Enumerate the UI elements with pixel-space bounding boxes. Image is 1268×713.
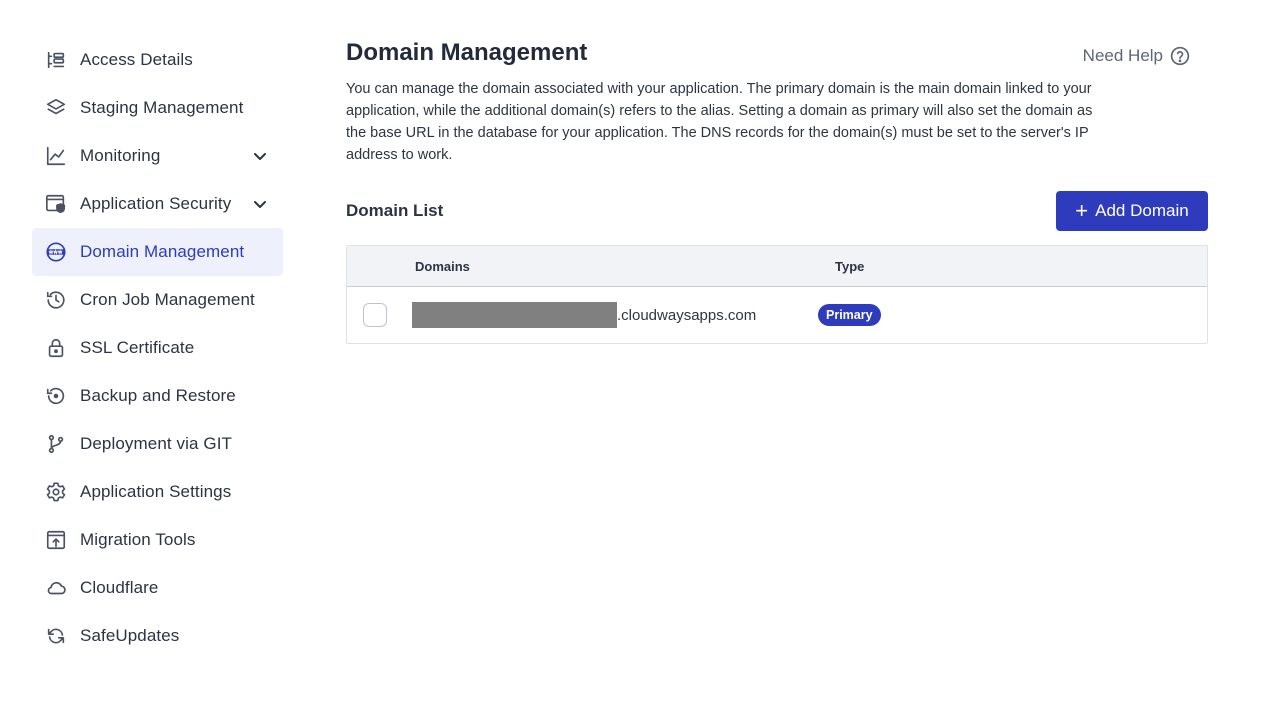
access-details-icon (44, 48, 68, 72)
sidebar-item-label: Staging Management (80, 98, 244, 117)
shield-browser-icon (44, 192, 68, 216)
column-header-domains: Domains (415, 259, 470, 274)
sidebar: Access Details Staging Management Monito… (32, 36, 283, 660)
table-header: Domains Type (347, 246, 1207, 287)
sidebar-item-label: Cron Job Management (80, 290, 255, 309)
sidebar-item-access-details[interactable]: Access Details (32, 36, 283, 84)
sidebar-item-cron-job-management[interactable]: Cron Job Management (32, 276, 283, 324)
need-help-label: Need Help (1082, 46, 1163, 65)
sidebar-item-migration-tools[interactable]: Migration Tools (32, 516, 283, 564)
sidebar-item-deployment-via-git[interactable]: Deployment via GIT (32, 420, 283, 468)
sidebar-item-ssl-certificate[interactable]: SSL Certificate (32, 324, 283, 372)
lock-icon (44, 336, 68, 360)
plus-icon: + (1075, 198, 1089, 223)
domain-list-title: Domain List (346, 201, 444, 220)
domain-table: Domains Type .cloudwaysapps.com Primary (346, 245, 1208, 344)
sidebar-item-label: Monitoring (80, 146, 161, 165)
table-row: .cloudwaysapps.com Primary (347, 287, 1207, 343)
sidebar-item-safeupdates[interactable]: SafeUpdates (32, 612, 283, 660)
sidebar-item-label: Application Security (80, 194, 232, 213)
sidebar-item-staging-management[interactable]: Staging Management (32, 84, 283, 132)
upload-box-icon (44, 528, 68, 552)
page-title: Domain Management (346, 39, 588, 66)
redacted-domain-prefix (412, 302, 617, 328)
page-description: You can manage the domain associated wit… (346, 81, 1093, 163)
sidebar-item-label: Migration Tools (80, 530, 196, 549)
sidebar-item-backup-and-restore[interactable]: Backup and Restore (32, 372, 283, 420)
column-header-type: Type (835, 259, 865, 274)
chevron-down-icon[interactable] (250, 146, 270, 166)
sidebar-item-label: Domain Management (80, 242, 245, 261)
sidebar-item-label: Access Details (80, 50, 193, 69)
refresh-icon (44, 624, 68, 648)
question-circle-icon (1170, 46, 1190, 66)
www-icon (44, 240, 68, 264)
add-domain-label: Add Domain (1095, 201, 1189, 220)
cloud-icon (44, 576, 68, 600)
need-help-link[interactable]: Need Help (1083, 46, 1190, 66)
primary-badge: Primary (818, 304, 881, 326)
git-branch-icon (44, 432, 68, 456)
layers-icon (44, 96, 68, 120)
sidebar-item-label: Application Settings (80, 482, 232, 501)
sidebar-item-label: Deployment via GIT (80, 434, 233, 453)
domain-list-header: Domain List + Add Domain (346, 191, 1208, 231)
chevron-down-icon[interactable] (250, 194, 270, 214)
chart-icon (44, 144, 68, 168)
sidebar-item-application-security[interactable]: Application Security (32, 180, 283, 228)
sidebar-item-label: SafeUpdates (80, 626, 180, 645)
row-checkbox[interactable] (363, 303, 387, 327)
sidebar-item-domain-management[interactable]: Domain Management (32, 228, 283, 276)
add-domain-button[interactable]: + Add Domain (1056, 191, 1208, 231)
domain-cell: .cloudwaysapps.com (412, 302, 756, 328)
main-content: Domain Management Need Help You can mana… (346, 38, 1208, 344)
sidebar-item-monitoring[interactable]: Monitoring (32, 132, 283, 180)
domain-suffix: .cloudwaysapps.com (617, 306, 757, 324)
sidebar-item-application-settings[interactable]: Application Settings (32, 468, 283, 516)
sidebar-item-label: Backup and Restore (80, 386, 236, 405)
sidebar-item-label: SSL Certificate (80, 338, 195, 357)
restore-icon (44, 384, 68, 408)
gear-icon (44, 480, 68, 504)
history-clock-icon (44, 288, 68, 312)
sidebar-item-cloudflare[interactable]: Cloudflare (32, 564, 283, 612)
sidebar-item-label: Cloudflare (80, 578, 159, 597)
